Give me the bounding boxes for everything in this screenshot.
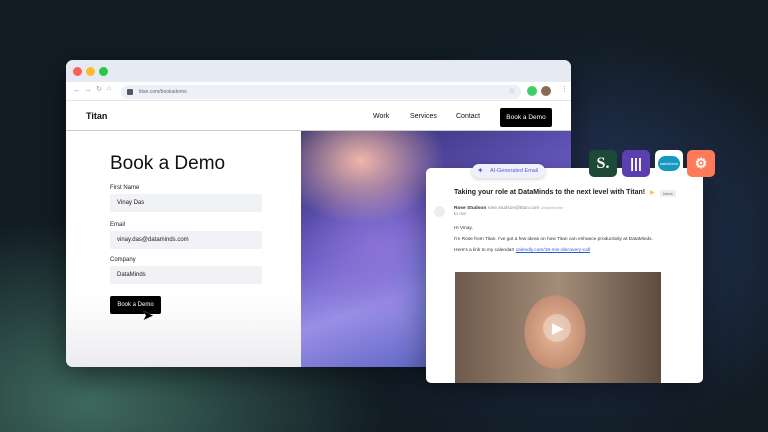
greeting: Hi Vinay, — [454, 226, 473, 231]
email-subject: Taking your role at DataMinds to the nex… — [454, 189, 646, 196]
site-nav: Titan Work Services Contact Book a Demo — [66, 101, 571, 131]
cursor-icon: ➤ — [142, 307, 154, 323]
company-input[interactable]: DataMinds — [110, 266, 262, 284]
company-label: Company — [110, 257, 136, 263]
first-name-input[interactable]: Vinay Das — [110, 194, 262, 212]
play-icon: ▶ — [552, 320, 564, 337]
email-label: Email — [110, 222, 126, 228]
important-icon: ▶ — [650, 190, 655, 196]
unsubscribe-link[interactable]: Unsubscribe — [541, 205, 563, 210]
sparkle-icon: ✦ — [477, 166, 484, 175]
sender-email: rose.studson@titan.com — [487, 206, 540, 211]
avatar[interactable] — [541, 86, 551, 96]
sender-avatar-icon — [434, 206, 445, 217]
badge-label: AI-Generated Email — [490, 168, 539, 174]
calendar-link[interactable]: calendly.com/15-min-discovery-call — [516, 248, 590, 253]
play-button[interactable]: ▶ — [543, 314, 571, 342]
ai-generated-badge: ✦ AI-Generated Email — [472, 164, 545, 178]
menu-icon[interactable]: ⋮ — [561, 85, 568, 93]
maximize-button[interactable] — [99, 67, 108, 76]
nav-services[interactable]: Services — [410, 113, 437, 120]
video-thumbnail[interactable]: ▶ — [455, 272, 661, 383]
salesforce-icon: salesforce — [655, 150, 683, 177]
close-button[interactable] — [73, 67, 82, 76]
recipient: to me — [454, 212, 466, 217]
purple-integration-icon: ||| — [622, 150, 650, 177]
page-title: Book a Demo — [110, 153, 226, 174]
title-bar — [66, 60, 571, 82]
star-icon[interactable]: ☆ — [509, 85, 515, 99]
extension-icon[interactable] — [527, 86, 537, 96]
url-text: titan.com/bookademo — [139, 89, 187, 95]
address-bar[interactable]: titan.com/bookademo ☆ — [121, 85, 521, 99]
brand-logo[interactable]: Titan — [86, 111, 107, 121]
link-prefix: Here's a link to my calendar! — [454, 248, 515, 253]
back-icon[interactable]: ← — [73, 85, 81, 94]
first-name-label: First Name — [110, 185, 140, 191]
email-card: Taking your role at DataMinds to the nex… — [426, 168, 703, 383]
reload-icon[interactable]: ↻ — [96, 85, 102, 93]
email-input[interactable]: vinay.das@dataminds.com — [110, 231, 262, 249]
s-integration-icon: S. — [589, 150, 617, 177]
nav-contact[interactable]: Contact — [456, 113, 480, 120]
forward-icon[interactable]: → — [84, 85, 92, 94]
browser-toolbar: ← → ↻ ⌂ titan.com/bookademo ☆ ⋮ — [66, 82, 571, 101]
home-icon[interactable]: ⌂ — [107, 85, 111, 92]
demo-form: Book a Demo First Name Vinay Das Email v… — [66, 131, 301, 367]
sender-name: Rose Studson — [454, 206, 487, 211]
book-demo-nav-button[interactable]: Book a Demo — [500, 108, 552, 127]
inbox-tag[interactable]: Inbox — [660, 190, 676, 197]
email-body: I'm Rose from Titan. I've got a few idea… — [454, 237, 653, 242]
hubspot-icon: ⚙ — [687, 150, 715, 177]
nav-work[interactable]: Work — [373, 113, 389, 120]
lock-icon — [127, 89, 133, 95]
minimize-button[interactable] — [86, 67, 95, 76]
